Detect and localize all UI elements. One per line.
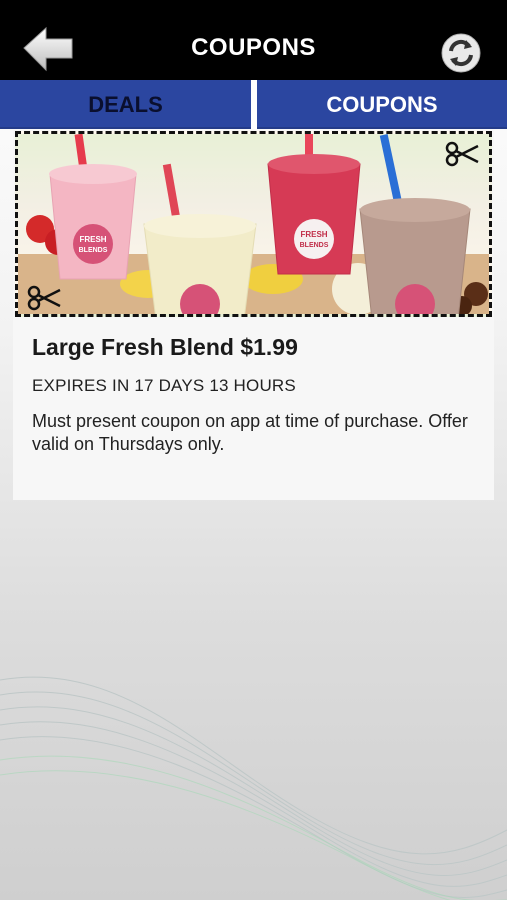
coupon-card[interactable]: FRESH BLENDS FRESH BLENDS Large Fresh Bl… xyxy=(13,130,494,500)
coupon-description: Must present coupon on app at time of pu… xyxy=(32,411,468,454)
svg-text:BLENDS: BLENDS xyxy=(300,242,329,249)
svg-text:BLENDS: BLENDS xyxy=(79,247,108,254)
app-header: COUPONS xyxy=(0,0,507,80)
coupon-title: Large Fresh Blend $1.99 xyxy=(32,334,298,360)
svg-text:FRESH: FRESH xyxy=(300,230,327,239)
background-waves xyxy=(0,676,507,900)
refresh-button[interactable] xyxy=(440,32,482,74)
coupon-image: FRESH BLENDS FRESH BLENDS xyxy=(15,131,492,317)
smoothie-illustration: FRESH BLENDS FRESH BLENDS xyxy=(18,134,489,314)
page-title: COUPONS xyxy=(191,34,316,61)
tab-bar: DEALS COUPONS xyxy=(0,80,507,129)
tab-deals[interactable]: DEALS xyxy=(0,80,251,129)
svg-text:FRESH: FRESH xyxy=(79,235,106,244)
refresh-icon xyxy=(441,33,481,73)
tab-coupons[interactable]: COUPONS xyxy=(257,80,507,129)
scissors-icon xyxy=(445,141,479,167)
coupon-expiry: EXPIRES IN 17 DAYS 13 HOURS xyxy=(32,376,296,395)
